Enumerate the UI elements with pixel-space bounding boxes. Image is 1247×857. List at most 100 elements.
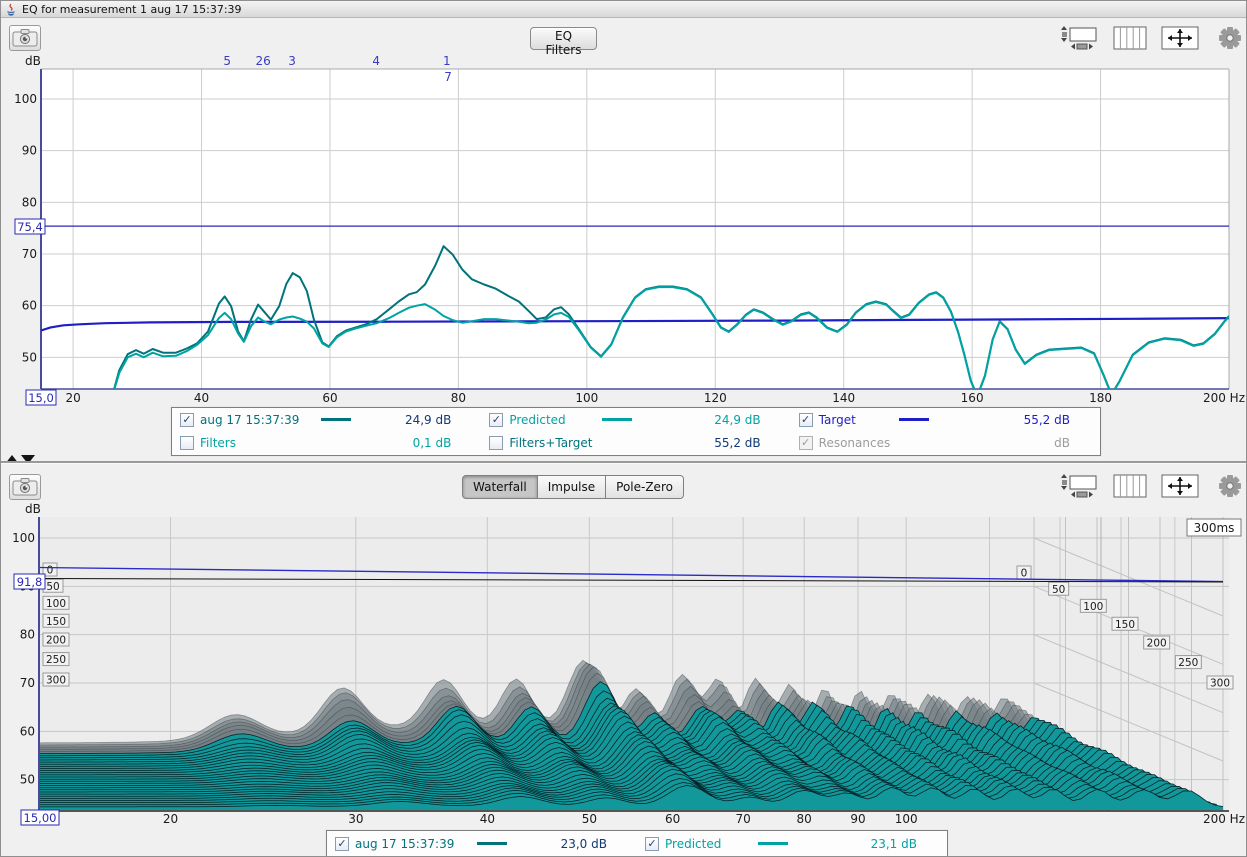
legend-checkbox[interactable]: ✓ [180,413,194,427]
svg-text:50: 50 [582,812,597,826]
svg-text:150: 150 [46,616,66,628]
legend-item-filters: Filters 0,1 dB [172,432,481,456]
svg-text:50: 50 [46,581,59,593]
svg-text:300: 300 [46,675,66,687]
legend-checkbox[interactable]: ✓ [335,837,349,851]
svg-text:5: 5 [223,54,231,68]
svg-text:60: 60 [322,391,337,405]
svg-text:60: 60 [22,299,37,313]
trace-swatch [279,442,309,445]
svg-text:140: 140 [832,391,855,405]
legend-item-measurement: ✓ aug 17 15:37:39 23,0 dB [327,831,637,856]
graph-toolbar-bottom [1059,472,1247,500]
svg-text:50: 50 [20,773,35,787]
axis-limits-icon[interactable] [1059,24,1101,52]
svg-text:90: 90 [20,579,35,593]
svg-text:70: 70 [735,812,750,826]
svg-text:200 Hz: 200 Hz [1203,812,1245,826]
legend-checkbox[interactable]: ✓ [799,436,813,450]
bottom-chart-legend: ✓ aug 17 15:37:39 23,0 dB ✓ Predicted 23… [326,830,948,857]
top-chart-db-axis-unit: dB [25,54,41,68]
capture-graph-button-bottom[interactable] [9,474,41,500]
legend-checkbox[interactable]: ✓ [645,837,659,851]
svg-text:80: 80 [797,812,812,826]
trace-swatch [602,418,632,421]
capture-graph-button-top[interactable] [9,25,41,51]
legend-checkbox[interactable] [180,436,194,450]
svg-text:70: 70 [22,247,37,261]
svg-text:50: 50 [22,350,37,364]
svg-text:1: 1 [443,54,451,68]
camera-icon [12,28,38,48]
trace-swatch [477,842,507,845]
top-chart-legend: ✓ aug 17 15:37:39 24,9 dB ✓ Predicted 24… [171,407,1101,456]
svg-text:7: 7 [444,70,452,84]
svg-text:40: 40 [480,812,495,826]
camera-icon [12,477,38,497]
svg-text:100: 100 [1083,601,1103,613]
trace-swatch [321,418,351,421]
svg-text:40: 40 [194,391,209,405]
legend-checkbox[interactable]: ✓ [799,413,813,427]
svg-text:300: 300 [1210,678,1230,690]
trace-swatch [899,418,929,421]
title-bar[interactable]: EQ for measurement 1 aug 17 15:37:39 [1,1,1246,18]
svg-text:80: 80 [451,391,466,405]
legend-checkbox[interactable] [489,436,503,450]
gridlines-icon[interactable] [1109,24,1151,52]
svg-text:200 Hz: 200 Hz [1203,391,1245,405]
window-title: EQ for measurement 1 aug 17 15:37:39 [22,3,242,16]
svg-text:200: 200 [46,635,66,647]
bottom-chart-db-axis-unit: dB [25,502,41,516]
svg-text:100: 100 [46,598,66,610]
legend-item-measurement: ✓ aug 17 15:37:39 24,9 dB [172,408,481,432]
panel-splitter[interactable] [1,461,1246,464]
trace-swatch [620,442,650,445]
tab-impulse[interactable]: Impulse [537,475,606,499]
legend-item-target: ✓ Target 55,2 dB [791,408,1100,432]
svg-text:75,4: 75,4 [17,220,43,234]
svg-text:0: 0 [1021,568,1028,580]
svg-text:15,0: 15,0 [28,391,54,405]
tab-pole-zero[interactable]: Pole-Zero [605,475,684,499]
svg-text:60: 60 [20,724,35,738]
svg-text:200: 200 [1147,638,1167,650]
svg-text:80: 80 [20,628,35,642]
svg-text:160: 160 [961,391,984,405]
gridlines-icon[interactable] [1109,472,1151,500]
svg-text:70: 70 [20,676,35,690]
svg-text:60: 60 [665,812,680,826]
svg-text:91,8: 91,8 [17,575,43,589]
java-app-icon [4,2,18,16]
svg-text:20: 20 [65,391,80,405]
app-window: EQ for measurement 1 aug 17 15:37:39 100… [0,0,1247,857]
legend-item-filters-target: Filters+Target 55,2 dB [481,432,790,456]
svg-text:300ms: 300ms [1194,521,1235,535]
svg-text:50: 50 [1052,584,1065,596]
svg-text:100: 100 [575,391,598,405]
svg-text:250: 250 [1178,657,1198,669]
svg-text:100: 100 [14,92,37,106]
legend-item-predicted: ✓ Predicted 23,1 dB [637,831,947,856]
bottom-chart-tabs: Waterfall Impulse Pole-Zero [462,475,684,499]
legend-item-resonances: ✓ Resonances dB [791,432,1100,456]
pan-icon[interactable] [1159,472,1201,500]
svg-text:15,00: 15,00 [24,811,57,825]
settings-gear-icon[interactable] [1209,472,1247,500]
svg-text:150: 150 [1115,619,1135,631]
trace-swatch [921,442,951,445]
axis-limits-icon[interactable] [1059,472,1101,500]
svg-text:100: 100 [12,531,35,545]
svg-text:90: 90 [850,812,865,826]
svg-text:4: 4 [372,54,380,68]
settings-gear-icon[interactable] [1209,24,1247,52]
svg-text:80: 80 [22,195,37,209]
svg-text:120: 120 [704,391,727,405]
legend-checkbox[interactable]: ✓ [489,413,503,427]
graph-toolbar-top [1059,24,1247,52]
pan-icon[interactable] [1159,24,1201,52]
svg-text:90: 90 [22,144,37,158]
eq-filters-button[interactable]: EQ Filters [530,27,597,50]
tab-waterfall[interactable]: Waterfall [462,475,538,499]
svg-text:100: 100 [895,812,918,826]
